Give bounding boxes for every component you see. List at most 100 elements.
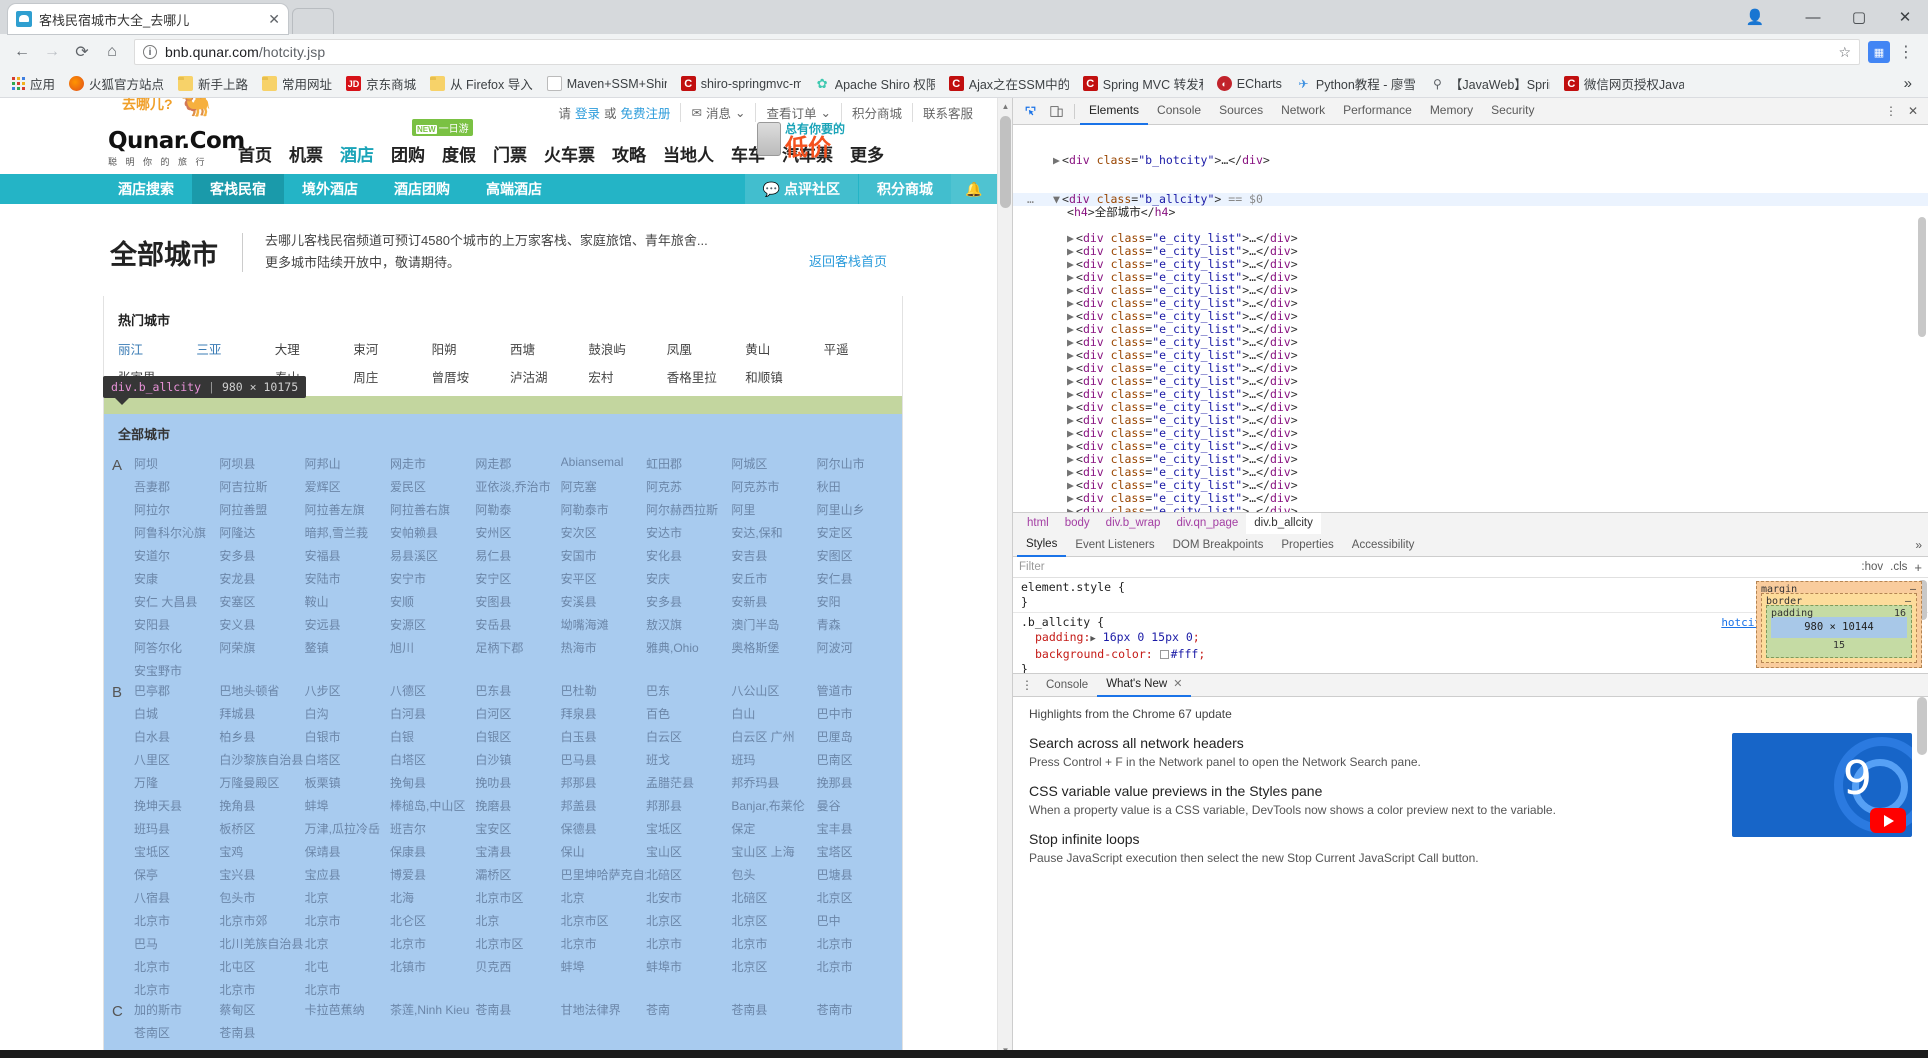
city-link[interactable]: 巴中	[817, 912, 902, 929]
city-link[interactable]: 保靖县	[305, 843, 390, 860]
browser-tab[interactable]: 客栈民宿城市大全_去哪儿 ✕	[8, 4, 288, 34]
city-link[interactable]: 宝清县	[475, 843, 560, 860]
city-link[interactable]: 保德县	[561, 820, 646, 837]
city-link[interactable]: 管道市	[817, 682, 902, 699]
hov-toggle[interactable]: :hov	[1861, 561, 1883, 573]
devtools-tab-console[interactable]: Console	[1148, 97, 1210, 125]
subnav-item-2[interactable]: 境外酒店	[284, 174, 376, 204]
style-tab-styles[interactable]: Styles	[1017, 533, 1067, 557]
city-link[interactable]: 北京区	[731, 912, 816, 929]
city-link[interactable]: 暗邦,雪兰莪	[305, 524, 390, 541]
city-link[interactable]: 阿克苏市	[731, 478, 816, 495]
city-link[interactable]: 巴塘县	[817, 866, 902, 883]
devtools-tab-security[interactable]: Security	[1482, 97, 1543, 125]
bookmark-item[interactable]: JD 京东商城	[340, 72, 422, 95]
city-link[interactable]: 北镇市	[390, 958, 475, 975]
city-link[interactable]: 万隆曼殿区	[219, 774, 304, 791]
city-link[interactable]: 阿里山乡	[817, 501, 902, 518]
bookmark-star-icon[interactable]: ☆	[1838, 44, 1851, 61]
address-bar[interactable]: i bnb.qunar.com/hotcity.jsp ☆	[134, 39, 1860, 65]
city-link[interactable]: 白河区	[475, 705, 560, 722]
expand-shorthand-icon[interactable]: ▶	[1090, 634, 1095, 644]
devtools-menu-icon[interactable]: ⋮	[1880, 104, 1902, 118]
city-link[interactable]: 北京区	[731, 958, 816, 975]
city-link[interactable]: 网走市	[390, 455, 475, 472]
city-link[interactable]: 曼谷	[817, 797, 902, 814]
city-link[interactable]: 旭川	[390, 639, 475, 656]
close-devtools-icon[interactable]: ✕	[1902, 104, 1924, 118]
city-link[interactable]: 阿坝	[134, 455, 219, 472]
city-link[interactable]: 阿克苏	[646, 478, 731, 495]
city-link[interactable]: 八公山区	[731, 682, 816, 699]
subnav-item-0[interactable]: 酒店搜索	[100, 174, 192, 204]
back-icon[interactable]: ←	[8, 38, 36, 66]
bookmark-item[interactable]: 应用	[6, 72, 61, 95]
city-link[interactable]: 北京	[561, 889, 646, 906]
scroll-up-icon[interactable]: ▲	[998, 98, 1012, 114]
city-link[interactable]: 北京市	[305, 981, 390, 998]
city-link[interactable]: 安宁市	[390, 570, 475, 587]
city-link[interactable]: 秋田	[817, 478, 902, 495]
city-link[interactable]: 安溪县	[561, 593, 646, 610]
hot-city-link[interactable]: 大理	[275, 339, 353, 358]
city-link[interactable]: 八德区	[390, 682, 475, 699]
city-link[interactable]: 保定	[731, 820, 816, 837]
city-link[interactable]: 北京	[305, 935, 390, 952]
city-link[interactable]: 八宿县	[134, 889, 219, 906]
dom-tree-scrollbar[interactable]	[1917, 125, 1927, 512]
city-link[interactable]: 北屯	[305, 958, 390, 975]
city-link[interactable]: 安陆市	[305, 570, 390, 587]
drawer-menu-icon[interactable]: ⋮	[1017, 678, 1037, 692]
city-link[interactable]: 挽那县	[817, 774, 902, 791]
bookmark-item[interactable]: Maven+SSM+Shiro	[541, 74, 673, 93]
city-link[interactable]: 巴马县	[561, 751, 646, 768]
bookmark-item[interactable]: 新手上路	[172, 72, 254, 95]
city-link[interactable]: 加的斯市	[134, 1001, 219, 1018]
city-link[interactable]: 白沙镇	[475, 751, 560, 768]
box-border[interactable]: border – padding 16 980 × 10144 15	[1761, 593, 1917, 663]
devtools-tab-network[interactable]: Network	[1272, 97, 1334, 125]
qunar-logo[interactable]: 去哪儿? 🐫 Qunar.Com 聪 明 你 的 旅 行	[108, 98, 245, 168]
city-link[interactable]: 北川羌族自治县	[219, 935, 304, 952]
city-link[interactable]: 巴马	[134, 935, 219, 952]
city-link[interactable]: 保康县	[390, 843, 475, 860]
city-link[interactable]: 八步区	[305, 682, 390, 699]
bookmark-item[interactable]: C 微信网页授权Java实	[1558, 72, 1690, 95]
support-link[interactable]: 联系客服	[913, 103, 983, 122]
city-link[interactable]: 包头市	[219, 889, 304, 906]
city-link[interactable]: 阿荣旗	[219, 639, 304, 656]
city-link[interactable]: 白山	[731, 705, 816, 722]
city-link[interactable]: 安阳县	[134, 616, 219, 633]
city-link[interactable]: 巴东县	[475, 682, 560, 699]
dom-node[interactable]: <h4>全部城市</h4>	[1013, 206, 1928, 219]
style-tab-dom-breakpoints[interactable]: DOM Breakpoints	[1164, 534, 1273, 556]
style-tab-properties[interactable]: Properties	[1272, 534, 1342, 556]
hot-city-link[interactable]: 凤凰	[667, 339, 745, 358]
maximize-button[interactable]: ▢	[1836, 0, 1882, 34]
city-link[interactable]: 苍南县	[731, 1001, 816, 1018]
hot-city-link[interactable]: 宏村	[588, 367, 666, 386]
styles-overflow-icon[interactable]: »	[1915, 538, 1922, 552]
city-link[interactable]: 易县溪区	[390, 547, 475, 564]
city-link[interactable]: 班戈	[646, 751, 731, 768]
city-link[interactable]: 北京市	[646, 935, 731, 952]
city-link[interactable]: 北屯区	[219, 958, 304, 975]
home-icon[interactable]: ⌂	[98, 38, 126, 66]
city-link[interactable]: 爱辉区	[305, 478, 390, 495]
city-link[interactable]: 安图县	[475, 593, 560, 610]
city-link[interactable]: 鞍山	[305, 593, 390, 610]
breadcrumb-item[interactable]: div.b_wrap	[1098, 513, 1169, 534]
city-link[interactable]: 白沟	[305, 705, 390, 722]
city-link[interactable]: 苍南县	[219, 1024, 304, 1041]
cls-toggle[interactable]: .cls	[1890, 561, 1907, 573]
new-tab-button[interactable]	[292, 8, 334, 34]
city-link[interactable]: 阿坝县	[219, 455, 304, 472]
city-link[interactable]: 安丘市	[731, 570, 816, 587]
city-link[interactable]: 博爱县	[390, 866, 475, 883]
hot-city-link[interactable]: 三亚	[196, 339, 274, 358]
city-link[interactable]: 板栗镇	[305, 774, 390, 791]
dom-node[interactable]: ▶ <div class="e_city_list">…</div>	[1013, 505, 1928, 513]
declaration-background-color[interactable]: background-color: #fff;	[1021, 647, 1205, 661]
city-link[interactable]: 安新县	[731, 593, 816, 610]
city-link[interactable]: 宝鸡	[219, 843, 304, 860]
